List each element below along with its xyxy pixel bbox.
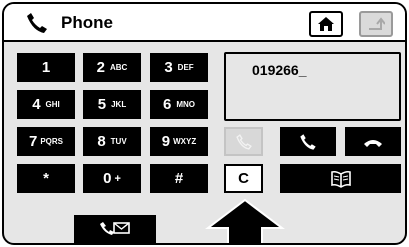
key-star[interactable]: * — [17, 164, 75, 193]
hang-up-icon — [364, 139, 382, 147]
key-number: * — [43, 170, 49, 187]
phonebook-button[interactable] — [280, 164, 401, 193]
key-9[interactable]: 9 WXYZ — [150, 127, 208, 156]
key-number: 8 — [97, 133, 106, 150]
key-letters: MNO — [176, 100, 195, 109]
arrow-pointer-icon — [205, 198, 285, 243]
key-letters: ABC — [110, 63, 128, 72]
key-0[interactable]: 0 + — [83, 164, 141, 193]
key-2[interactable]: 2 ABC — [83, 53, 141, 82]
voicemail-icon — [100, 222, 130, 235]
key-7[interactable]: 7 PQRS — [17, 127, 75, 156]
handset-icon — [27, 13, 47, 33]
back-arrow-icon — [369, 17, 385, 30]
key-1[interactable]: 1 — [17, 53, 75, 82]
number-display: 019266_ — [224, 52, 401, 121]
key-letters: GHI — [45, 100, 60, 109]
key-letters: DEF — [177, 63, 194, 72]
key-number: 0 — [103, 170, 112, 187]
key-number: 2 — [96, 59, 105, 76]
clear-button[interactable]: C — [224, 164, 263, 193]
key-letters: WXYZ — [173, 137, 197, 146]
call-icon — [300, 133, 316, 150]
key-number: 5 — [97, 96, 107, 113]
call-button[interactable] — [280, 127, 336, 156]
key-letters: TUV — [110, 137, 127, 146]
voicemail-button[interactable] — [74, 215, 156, 243]
key-number: # — [174, 170, 184, 187]
dialed-number: 019266_ — [252, 62, 307, 78]
key-letters: JKL — [111, 100, 127, 109]
key-letters: + — [114, 172, 121, 185]
phone-screen: Phone 1 2 ABC 3 DEF 4 GHI 5 JKL 6 MNO 7 … — [2, 2, 407, 245]
handset-icon — [235, 133, 252, 150]
key-number: 3 — [164, 59, 173, 76]
key-number: 4 — [32, 96, 41, 113]
key-hash[interactable]: # — [150, 164, 208, 193]
home-icon — [318, 17, 334, 31]
header-bar: Phone — [4, 4, 405, 42]
key-6[interactable]: 6 MNO — [150, 90, 208, 119]
key-3[interactable]: 3 DEF — [150, 53, 208, 82]
key-5[interactable]: 5 JKL — [83, 90, 141, 119]
key-4[interactable]: 4 GHI — [17, 90, 75, 119]
clear-label: C — [238, 170, 249, 187]
redial-button[interactable] — [224, 127, 263, 156]
key-number: 9 — [161, 133, 171, 150]
key-letters: PQRS — [40, 137, 63, 146]
key-number: 1 — [41, 59, 51, 76]
hang-up-button[interactable] — [345, 127, 401, 156]
key-number: 6 — [162, 96, 172, 113]
page-title: Phone — [61, 13, 113, 32]
home-button[interactable] — [309, 11, 343, 37]
key-8[interactable]: 8 TUV — [83, 127, 141, 156]
key-number: 7 — [28, 133, 38, 150]
back-button[interactable] — [359, 11, 393, 37]
phonebook-icon — [330, 170, 351, 188]
